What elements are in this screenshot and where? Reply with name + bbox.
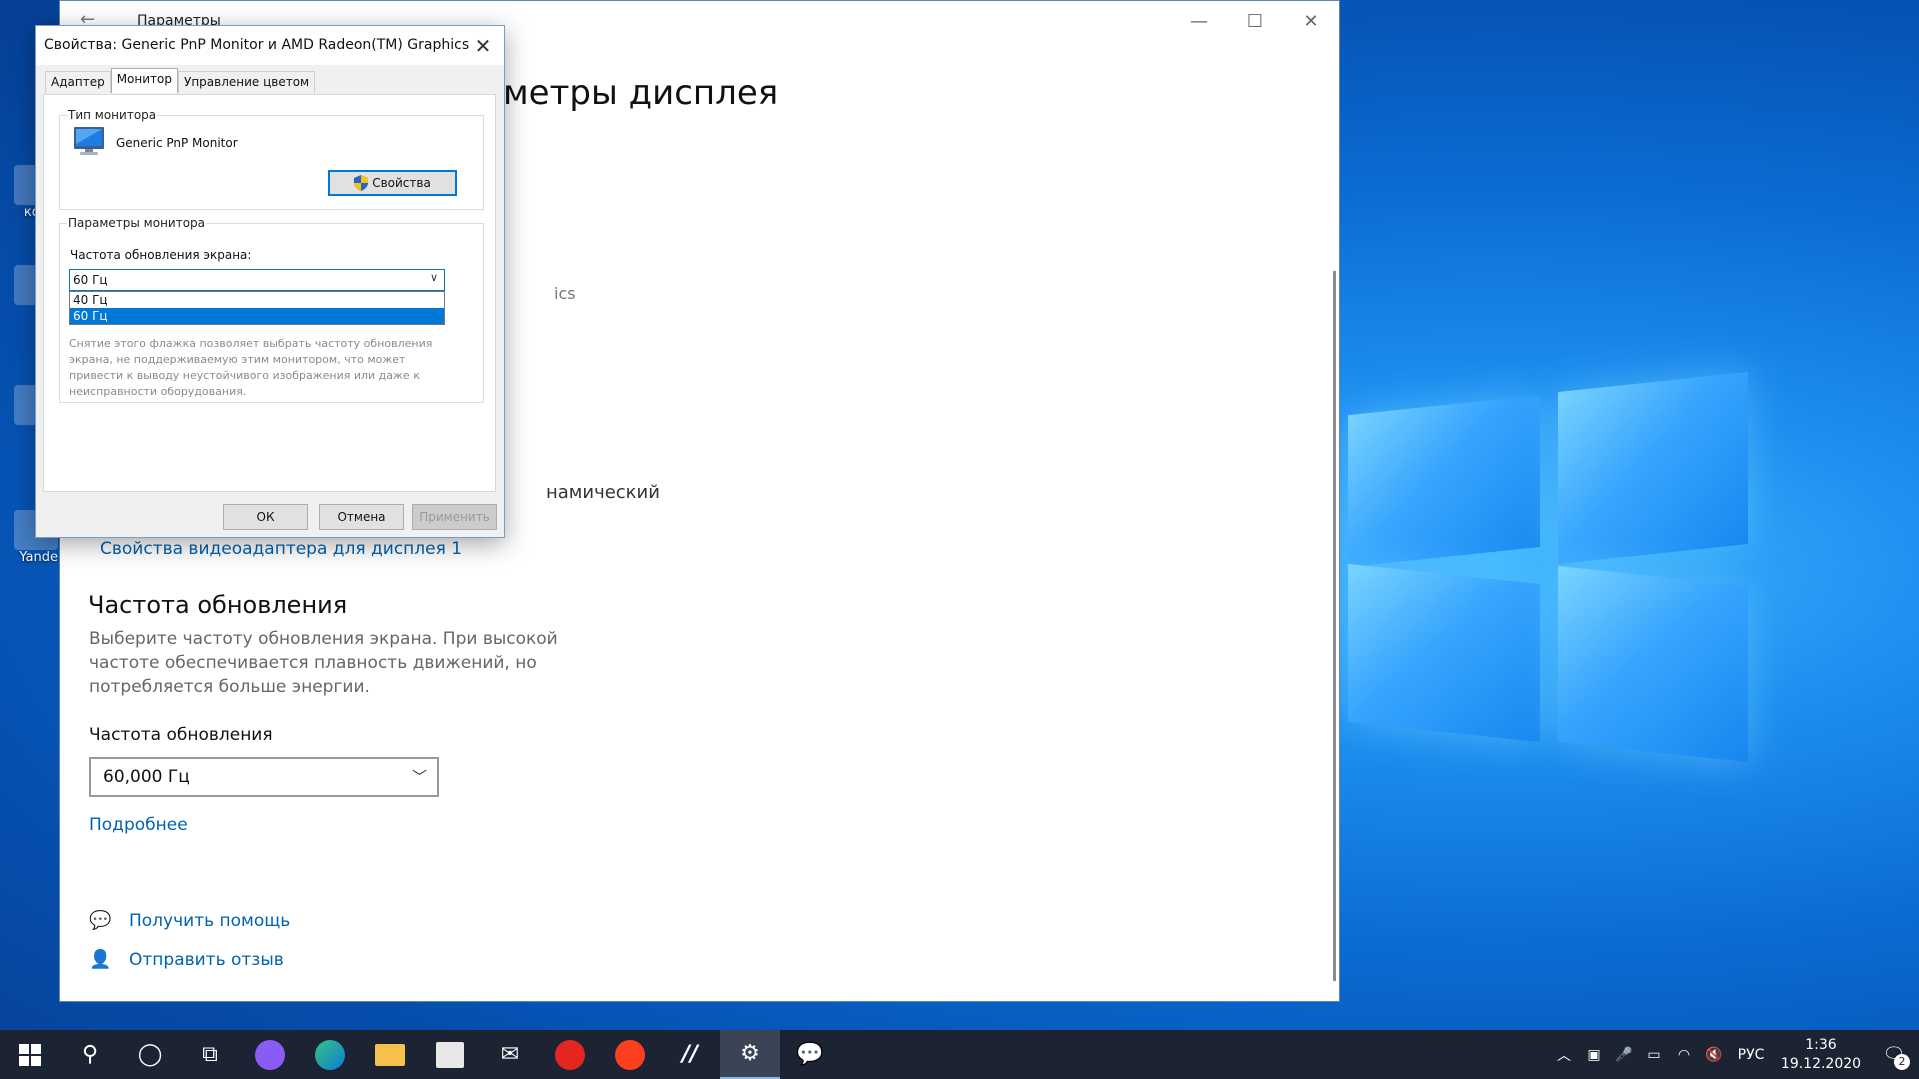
start-button[interactable] <box>0 1030 60 1079</box>
file-explorer-button[interactable] <box>360 1030 420 1079</box>
monitor-properties-dialog: Свойства: Generic PnP Monitor и AMD Rade… <box>35 25 505 538</box>
apply-button[interactable]: Применить <box>412 504 497 530</box>
more-info-link[interactable]: Подробнее <box>89 815 188 835</box>
speaker-muted-icon[interactable]: 🔇 <box>1699 1047 1729 1063</box>
system-tray: ︿ ▣ 🎤 ▭ ◠ 🔇 РУС 1:36 19.12.2020 🗨 2 <box>1549 1030 1919 1079</box>
settings-icon: ⚙ <box>740 1041 760 1066</box>
close-button[interactable]: ✕ <box>1283 1 1339 43</box>
feedback-hub-button[interactable]: 💬 <box>780 1030 840 1079</box>
monitor-params-group: Параметры монитора Частота обновления эк… <box>59 216 484 403</box>
clock[interactable]: 1:36 19.12.2020 <box>1773 1036 1869 1074</box>
cancel-button[interactable]: Отмена <box>319 504 404 530</box>
section-description: Выберите частоту обновления экрана. При … <box>89 629 558 697</box>
send-feedback-row[interactable]: 👤 Отправить отзыв <box>89 949 284 971</box>
warning-text: Снятие этого флажка позволяет выбрать ча… <box>69 337 433 398</box>
cortana-button[interactable]: ◯ <box>120 1030 180 1079</box>
mail-icon: ✉ <box>500 1042 520 1067</box>
yandex-button[interactable] <box>600 1030 660 1079</box>
dialog-titlebar: Свойства: Generic PnP Monitor и AMD Rade… <box>36 26 504 66</box>
send-feedback-link[interactable]: Отправить отзыв <box>129 950 284 970</box>
device-icon[interactable]: ▣ <box>1579 1047 1609 1063</box>
cortana-icon: ◯ <box>137 1042 163 1067</box>
dropdown-option-selected[interactable]: 60 Гц <box>70 308 444 324</box>
tab-color-management[interactable]: Управление цветом <box>178 71 316 93</box>
store-button[interactable] <box>420 1030 480 1079</box>
monitor-icon <box>74 127 104 155</box>
chevron-down-icon: ∨ <box>429 271 438 284</box>
uac-shield-icon <box>354 175 369 191</box>
tab-adapter[interactable]: Адаптер <box>45 71 111 93</box>
screen-refresh-label: Частота обновления экрана: <box>70 248 252 262</box>
refresh-dropdown-list: 40 Гц 60 Гц <box>69 291 445 325</box>
yandex-browser-icon <box>555 1039 585 1070</box>
adapter-properties-link[interactable]: Свойства видеоадаптера для дисплея 1 <box>100 539 462 559</box>
action-center-button[interactable]: 🗨 2 <box>1869 1030 1919 1079</box>
taskbar: ⚲ ◯ ⧉ ✉ // ⚙ 💬 ︿ ▣ 🎤 ▭ ◠ 🔇 РУС 1:36 19.1… <box>0 1030 1919 1079</box>
combo-selected-value: 60 Гц <box>73 273 108 287</box>
refresh-rate-label: Частота обновления <box>89 725 273 745</box>
microphone-icon[interactable]: 🎤 <box>1609 1047 1639 1063</box>
settings-button[interactable]: ⚙ <box>720 1030 780 1079</box>
notification-badge: 2 <box>1894 1054 1910 1070</box>
partial-text: ics <box>554 284 576 303</box>
search-icon: ⚲ <box>81 1042 99 1067</box>
refresh-rate-value: 60,000 Гц <box>103 767 190 787</box>
maximize-button[interactable]: ☐ <box>1227 1 1283 43</box>
wifi-icon[interactable]: ◠ <box>1669 1047 1699 1063</box>
chevron-down-icon: ﹀ <box>411 768 427 786</box>
tab-content: Тип монитора Generic PnP Monitor Свойств… <box>43 94 496 492</box>
task-view-button[interactable]: ⧉ <box>180 1030 240 1079</box>
app-icon: // <box>681 1042 699 1067</box>
app-button[interactable]: // <box>660 1030 720 1079</box>
scrollbar[interactable] <box>1333 271 1336 981</box>
yandex-browser-button[interactable] <box>540 1030 600 1079</box>
language-indicator[interactable]: РУС <box>1729 1047 1773 1063</box>
monitor-type-group: Тип монитора Generic PnP Monitor Свойств… <box>59 108 484 210</box>
clock-date: 19.12.2020 <box>1780 1055 1862 1072</box>
alice-button[interactable] <box>240 1030 300 1079</box>
feedback-person-icon: 👤 <box>89 949 112 970</box>
yandex-icon <box>615 1039 645 1070</box>
task-view-icon: ⧉ <box>202 1042 218 1067</box>
page-title: метры дисплея <box>503 73 779 113</box>
help-chat-icon: 💬 <box>89 910 112 931</box>
store-icon <box>436 1041 464 1068</box>
tab-monitor[interactable]: Монитор <box>110 68 178 93</box>
mail-button[interactable]: ✉ <box>480 1030 540 1079</box>
search-button[interactable]: ⚲ <box>60 1030 120 1079</box>
start-icon <box>19 1043 41 1066</box>
get-help-link[interactable]: Получить помощь <box>129 911 290 931</box>
dropdown-option[interactable]: 40 Гц <box>70 292 444 308</box>
section-title: Частота обновления <box>88 591 348 619</box>
ok-button[interactable]: ОК <box>223 504 308 530</box>
monitor-name: Generic PnP Monitor <box>116 136 238 150</box>
refresh-rate-select[interactable]: 60,000 Гц ﹀ <box>89 757 439 797</box>
group-caption: Тип монитора <box>67 108 158 122</box>
partial-text: намический <box>546 482 660 503</box>
monitor-properties-button[interactable]: Свойства <box>328 170 457 196</box>
alice-icon <box>255 1039 285 1070</box>
dialog-close-button[interactable]: ✕ <box>462 26 504 66</box>
dialog-title: Свойства: Generic PnP Monitor и AMD Rade… <box>44 37 470 53</box>
group-caption: Параметры монитора <box>67 216 207 230</box>
clock-time: 1:36 <box>1805 1036 1837 1053</box>
chevron-up-icon[interactable]: ︿ <box>1549 1045 1579 1065</box>
get-help-row[interactable]: 💬 Получить помощь <box>89 910 290 932</box>
dialog-tabs: Адаптер Монитор Управление цветом <box>45 68 316 93</box>
screen-refresh-combo[interactable]: 60 Гц ∨ <box>69 269 445 291</box>
feedback-hub-icon: 💬 <box>796 1042 824 1067</box>
minimize-button[interactable]: — <box>1171 1 1227 43</box>
edge-button[interactable] <box>300 1030 360 1079</box>
edge-icon <box>315 1039 345 1070</box>
battery-icon[interactable]: ▭ <box>1639 1047 1669 1063</box>
file-explorer-icon <box>375 1043 405 1066</box>
